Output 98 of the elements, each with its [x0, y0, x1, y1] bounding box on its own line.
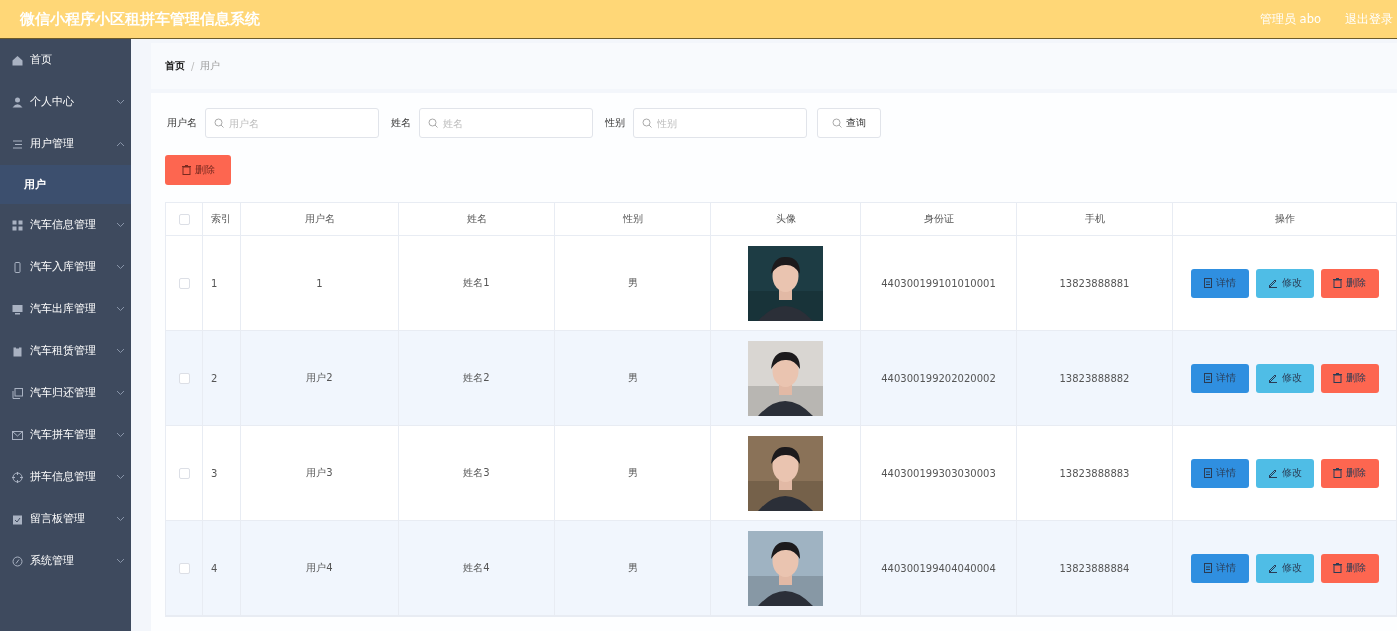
person-icon [12, 96, 23, 108]
trash-icon [1333, 563, 1342, 573]
column-header: 操作 [1274, 212, 1295, 226]
list-icon [12, 138, 23, 150]
sidebar-item[interactable]: 汽车租赁管理 [0, 330, 131, 372]
field-label: 用户名 [167, 116, 197, 130]
column-header: 索引 [211, 212, 231, 226]
sidebar-item[interactable]: 系统管理 [0, 540, 131, 582]
table-cell: 440300199202020002 [881, 372, 996, 384]
edit-button[interactable]: 修改 [1255, 363, 1314, 393]
table-cell: 13823888881 [1059, 277, 1130, 289]
trash-icon [1333, 373, 1342, 383]
breadcrumb-separator: / [191, 60, 195, 72]
table-cell: 440300199404040004 [881, 562, 996, 574]
search-icon [642, 118, 652, 128]
field-label: 姓名 [391, 116, 411, 130]
table-cell: 1 [211, 277, 218, 289]
document-icon [1203, 468, 1212, 478]
document-icon [1203, 563, 1212, 573]
checkbox[interactable] [178, 467, 190, 479]
edit-button[interactable]: 修改 [1255, 458, 1314, 488]
delete-button[interactable]: 删除 [1320, 363, 1379, 393]
table-cell: 440300199101010001 [881, 277, 996, 289]
pencil-icon [1267, 278, 1278, 288]
table-cell: 4 [211, 562, 218, 574]
table-cell: 男 [627, 561, 638, 575]
search-field[interactable]: 姓名 [419, 108, 593, 138]
checkbox[interactable] [178, 372, 190, 384]
table-cell: 姓名3 [463, 466, 490, 480]
sidebar-item[interactable]: 汽车出库管理 [0, 288, 131, 330]
column-header: 头像 [775, 212, 796, 226]
sidebar-item[interactable]: 个人中心 [0, 81, 131, 123]
copy-icon [12, 387, 23, 399]
compass-icon [12, 555, 23, 567]
field-label: 性别 [605, 116, 625, 130]
column-header: 用户名 [304, 212, 335, 226]
clipboard-icon [12, 345, 23, 357]
table-cell: 姓名1 [463, 276, 490, 290]
sidebar-subitem[interactable]: 用户 [0, 165, 131, 204]
table-cell: 13823888883 [1059, 467, 1130, 479]
table-cell: 用户3 [306, 466, 333, 480]
trash-icon [1333, 278, 1342, 288]
sidebar-item[interactable]: 首页 [0, 39, 131, 81]
pencil-icon [1267, 468, 1278, 478]
table-cell: 3 [211, 467, 218, 479]
search-icon [214, 118, 224, 128]
table-cell: 男 [627, 371, 638, 385]
sidebar-item[interactable]: 汽车归还管理 [0, 372, 131, 414]
user-label: 管理员 abo [1259, 11, 1321, 27]
search-icon [428, 118, 438, 128]
search-icon [832, 118, 842, 128]
table-cell: 用户2 [306, 371, 333, 385]
sidebar-item[interactable]: 汽车拼车管理 [0, 414, 131, 456]
table-cell: 13823888882 [1059, 372, 1130, 384]
document-icon [1203, 373, 1212, 383]
trash-icon [181, 165, 191, 175]
grid-icon [12, 219, 23, 231]
search-field[interactable]: 用户名 [205, 108, 379, 138]
phone-icon [12, 261, 23, 273]
checkbox[interactable] [178, 277, 190, 289]
checkbox[interactable] [178, 213, 190, 225]
pencil-icon [1267, 373, 1278, 383]
home-icon [12, 54, 23, 66]
sidebar-item[interactable]: 留言板管理 [0, 498, 131, 540]
breadcrumb-current: 用户 [200, 59, 221, 73]
trash-icon [1333, 468, 1342, 478]
pencil-icon [1267, 563, 1278, 573]
table-cell: 用户4 [306, 561, 333, 575]
table-cell: 男 [627, 276, 638, 290]
query-button[interactable]: 查询 [817, 108, 881, 138]
column-header: 手机 [1084, 212, 1105, 226]
monitor-icon [12, 303, 23, 315]
sidebar-item[interactable]: 汽车信息管理 [0, 204, 131, 246]
table-cell: 1 [316, 277, 323, 289]
table-cell: 姓名2 [463, 371, 490, 385]
table-cell: 13823888884 [1059, 562, 1130, 574]
delete-button[interactable]: 删除 [1320, 458, 1379, 488]
delete-button[interactable]: 删除 [1320, 553, 1379, 583]
breadcrumb-link[interactable]: 首页 [165, 59, 185, 73]
table-cell: 2 [211, 372, 218, 384]
table-cell: 姓名4 [463, 561, 490, 575]
sidebar-item[interactable]: 用户管理 [0, 123, 131, 165]
delete-button[interactable]: 删除 [1320, 268, 1379, 298]
table-cell: 440300199303030003 [881, 467, 996, 479]
document-icon [1203, 278, 1212, 288]
checklist-icon [12, 513, 23, 525]
edit-button[interactable]: 修改 [1255, 268, 1314, 298]
column-header: 性别 [622, 212, 643, 226]
mail-icon [12, 429, 23, 441]
column-header: 身份证 [923, 212, 954, 226]
sidebar-item[interactable]: 汽车入库管理 [0, 246, 131, 288]
sidebar-item[interactable]: 拼车信息管理 [0, 456, 131, 498]
column-header: 姓名 [466, 212, 487, 226]
app-title: 微信小程序小区租拼车管理信息系统 [20, 9, 261, 29]
edit-button[interactable]: 修改 [1255, 553, 1314, 583]
crosshair-icon [12, 471, 23, 483]
checkbox[interactable] [178, 562, 190, 574]
table-cell: 男 [627, 466, 638, 480]
